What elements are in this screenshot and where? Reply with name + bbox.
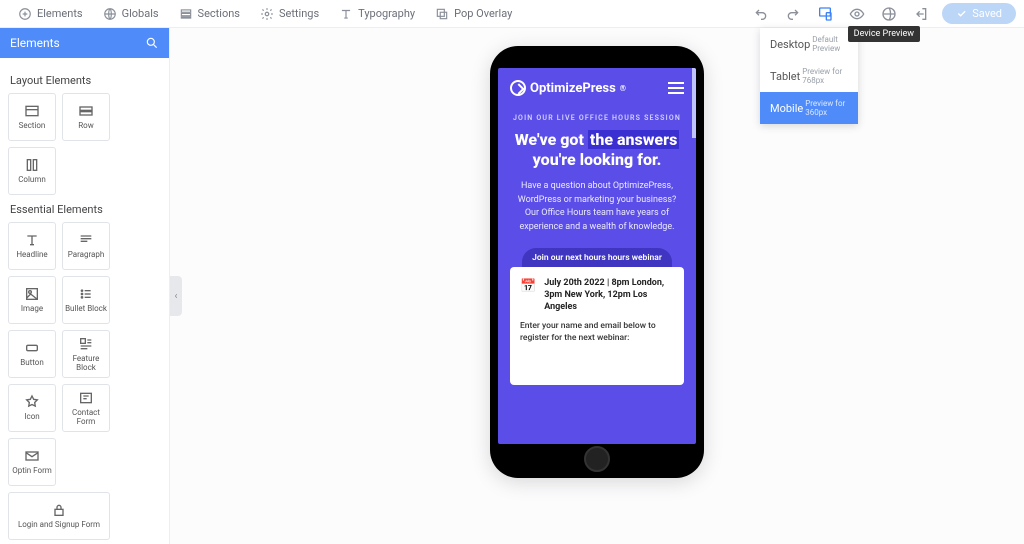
publish-globe-button[interactable] (878, 3, 900, 25)
elements-panel: Elements Layout Elements Section Row Column… (0, 28, 170, 544)
redo-button[interactable] (782, 3, 804, 25)
bullets-icon (78, 286, 94, 302)
collapse-panel-handle[interactable]: ‹ (170, 276, 182, 316)
plus-circle-icon (18, 7, 32, 21)
toolbar-label: Typography (358, 7, 415, 20)
button-icon (24, 340, 40, 356)
element-card-label: Feature Block (65, 355, 107, 373)
element-card[interactable]: Optin Form (8, 438, 56, 486)
saved-label: Saved (972, 7, 1002, 20)
section-icon (24, 103, 40, 119)
element-card-label: Column (18, 176, 46, 185)
device-option-mobile[interactable]: Mobile Preview for 360px (760, 92, 858, 124)
element-card-label: Headline (16, 251, 47, 260)
calendar-icon: 📅 (520, 278, 536, 313)
toolbar-label: Sections (198, 7, 240, 20)
preview-button[interactable] (846, 3, 868, 25)
exit-button[interactable] (910, 3, 932, 25)
top-toolbar: Elements Globals Sections Settings Typog… (0, 0, 1024, 28)
search-icon[interactable] (145, 36, 159, 50)
element-card-label: Button (20, 359, 44, 368)
mail-icon (24, 448, 40, 464)
hamburger-icon[interactable] (668, 82, 684, 94)
brand-logo: OptimizePress® (510, 80, 626, 96)
element-card[interactable]: Headline (8, 222, 56, 270)
panel-section-title: Essential Elements (10, 203, 161, 216)
globe-icon (103, 7, 117, 21)
device-preview-dropdown: Device Preview Desktop Default Preview T… (760, 28, 858, 124)
device-preview-tooltip: Device Preview (848, 26, 920, 42)
device-preview-button[interactable] (814, 3, 836, 25)
undo-button[interactable] (750, 3, 772, 25)
editor-canvas: ‹ OptimizePress® JOIN OUR LIVE OFFICE HO… (170, 28, 1024, 544)
row-icon (78, 103, 94, 119)
element-card-label: Paragraph (68, 251, 105, 260)
toolbar-label: Globals (122, 7, 159, 20)
element-card-label: Login and Signup Form (18, 521, 100, 530)
elements-panel-title: Elements (10, 36, 60, 50)
element-card[interactable]: Icon (8, 384, 56, 432)
element-card-label: Section (19, 122, 46, 131)
phone-home-button (584, 446, 610, 472)
element-card-label: Bullet Block (65, 305, 107, 314)
toolbar-typography[interactable]: Typography (329, 7, 425, 21)
element-card-label: Row (78, 122, 94, 131)
saved-button[interactable]: Saved (942, 3, 1016, 24)
check-icon (956, 8, 967, 19)
preview-event-card: 📅 July 20th 2022 | 8pm London, 3pm New Y… (510, 267, 684, 385)
element-card[interactable]: Login and Signup Form (8, 492, 110, 540)
element-card[interactable]: Section (8, 93, 56, 141)
event-datetime: July 20th 2022 | 8pm London, 3pm New Yor… (544, 277, 674, 313)
element-card[interactable]: Contact Form (62, 384, 110, 432)
panel-section-title: Layout Elements (10, 74, 161, 87)
overlay-icon (435, 7, 449, 21)
preview-headline[interactable]: We've got the answers you're looking for… (510, 130, 684, 170)
toolbar-label: Settings (279, 7, 319, 20)
type-icon (339, 7, 353, 21)
element-card-label: Contact Form (65, 409, 107, 427)
image-icon (24, 286, 40, 302)
brand-mark-icon (510, 80, 526, 96)
toolbar-globals[interactable]: Globals (93, 7, 169, 21)
elements-panel-header: Elements (0, 28, 169, 58)
toolbar-settings[interactable]: Settings (250, 7, 329, 21)
mobile-preview-screen: OptimizePress® JOIN OUR LIVE OFFICE HOUR… (498, 68, 696, 444)
device-option-tablet[interactable]: Tablet Preview for 768px (760, 60, 858, 92)
toolbar-elements[interactable]: Elements (8, 7, 93, 21)
contact-icon (78, 390, 94, 406)
type-icon (24, 232, 40, 248)
lock-icon (51, 502, 67, 518)
element-card[interactable]: Bullet Block (62, 276, 110, 324)
device-option-desktop[interactable]: Desktop Default Preview (760, 28, 858, 60)
element-card[interactable]: Button (8, 330, 56, 378)
preview-cta-button[interactable]: Join our next hours hours webinar (522, 248, 672, 268)
toolbar-pop-overlay[interactable]: Pop Overlay (425, 7, 522, 21)
paragraph-icon (78, 232, 94, 248)
preview-paragraph[interactable]: Have a question about OptimizePress, Wor… (510, 180, 684, 234)
column-icon (24, 157, 40, 173)
preview-eyebrow: JOIN OUR LIVE OFFICE HOURS SESSION (510, 114, 684, 122)
element-card-label: Image (21, 305, 43, 314)
element-card-label: Optin Form (12, 467, 52, 476)
star-icon (24, 394, 40, 410)
element-card[interactable]: Image (8, 276, 56, 324)
element-card[interactable]: Row (62, 93, 110, 141)
element-card[interactable]: Paragraph (62, 222, 110, 270)
rows-icon (179, 7, 193, 21)
phone-mockup: OptimizePress® JOIN OUR LIVE OFFICE HOUR… (490, 46, 704, 478)
event-instructions: Enter your name and email below to regis… (520, 321, 674, 345)
feature-icon (78, 336, 94, 352)
gear-icon (260, 7, 274, 21)
toolbar-label: Pop Overlay (454, 7, 512, 20)
toolbar-label: Elements (37, 7, 83, 20)
toolbar-sections[interactable]: Sections (169, 7, 250, 21)
element-card[interactable]: Feature Block (62, 330, 110, 378)
element-card-label: Icon (24, 413, 39, 422)
element-card[interactable]: Column (8, 147, 56, 195)
